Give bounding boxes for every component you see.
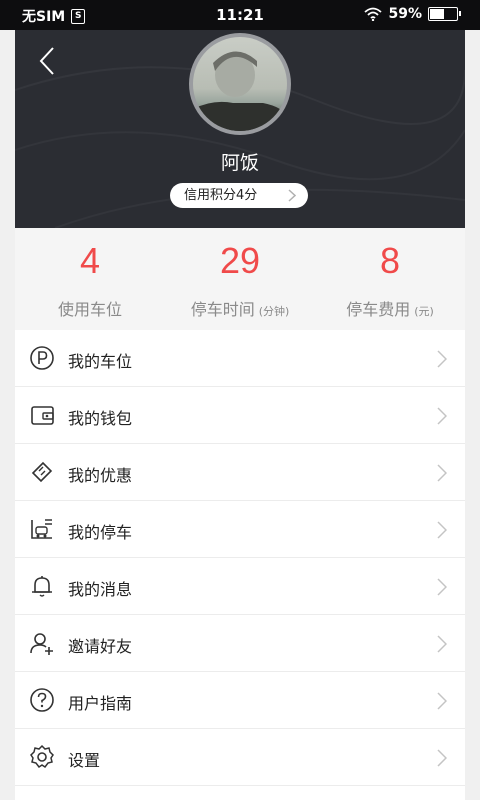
chevron-right-icon [437,464,447,482]
stat-parking-fee[interactable]: 8 停车费用 (元) [315,228,465,330]
chevron-right-icon [437,692,447,710]
menu-item-my-wallet[interactable]: 我的钱包 [15,387,465,444]
credit-score-button[interactable]: 信用积分4分 [170,183,308,208]
stat-value: 4 [79,240,101,281]
left-margin [0,30,15,800]
coupon-icon [31,461,53,483]
battery-icon [428,7,461,21]
right-margin [465,30,480,800]
chevron-right-icon [437,578,447,596]
parking-icon [30,346,54,370]
help-icon [30,688,54,712]
menu-label: 邀请好友 [68,637,133,656]
profile-header: 阿饭 信用积分4分 [15,30,465,228]
stat-value: 8 [379,240,401,281]
menu-label: 我的车位 [68,352,133,371]
stat-used-spaces[interactable]: 4 使用车位 [15,228,165,330]
chevron-right-icon [437,749,447,767]
menu-label: 用户指南 [68,694,133,713]
battery-cap [459,11,461,16]
chevron-right-icon [437,350,447,368]
chevron-right-icon [437,407,447,425]
wallet-icon [31,406,54,425]
menu-label: 我的钱包 [68,409,133,428]
back-icon[interactable] [35,44,65,78]
menu-item-my-messages[interactable]: 我的消息 [15,558,465,615]
bell-icon [32,576,52,597]
menu-list: 我的车位 我的钱包 我的优惠 我的停车 我的消息 邀请好友 用户指南 设置 [15,330,465,786]
stat-label: 使用车位 [57,300,122,319]
stat-label: 停车时间 (分钟) [190,300,290,319]
status-bar: 无SIM S 11:21 59% [0,0,480,30]
menu-item-user-guide[interactable]: 用户指南 [15,672,465,729]
menu-item-my-coupons[interactable]: 我的优惠 [15,444,465,501]
username: 阿饭 [220,152,259,174]
stats-panel: 4 使用车位 29 停车时间 (分钟) 8 停车费用 (元) [15,228,465,330]
parking-record-icon [31,519,52,539]
chevron-right-icon [437,521,447,539]
invite-user-icon [30,633,53,655]
stat-value: 29 [219,240,261,281]
menu-item-invite-friends[interactable]: 邀请好友 [15,615,465,672]
gear-icon [30,744,54,769]
avatar-photo [193,37,287,131]
battery-fill [430,9,444,19]
stat-parking-time[interactable]: 29 停车时间 (分钟) [165,228,315,330]
chevron-right-icon [288,189,296,202]
avatar[interactable] [189,33,291,135]
menu-item-settings[interactable]: 设置 [15,729,465,786]
menu-label: 我的优惠 [68,466,133,485]
battery-percent: 59% [388,6,422,22]
chevron-right-icon [437,635,447,653]
stat-label: 停车费用 (元) [346,300,434,319]
menu-item-my-parking[interactable]: 我的停车 [15,501,465,558]
menu-label: 我的停车 [68,523,133,542]
status-right: 59% [364,6,461,22]
credit-score-label: 信用积分4分 [184,188,258,203]
menu-label: 我的消息 [68,580,133,599]
menu-item-my-parking-space[interactable]: 我的车位 [15,330,465,387]
menu-label: 设置 [68,751,101,770]
wifi-icon [364,7,383,21]
stat-unit: (元) [414,305,434,318]
stat-unit: (分钟) [258,305,290,318]
